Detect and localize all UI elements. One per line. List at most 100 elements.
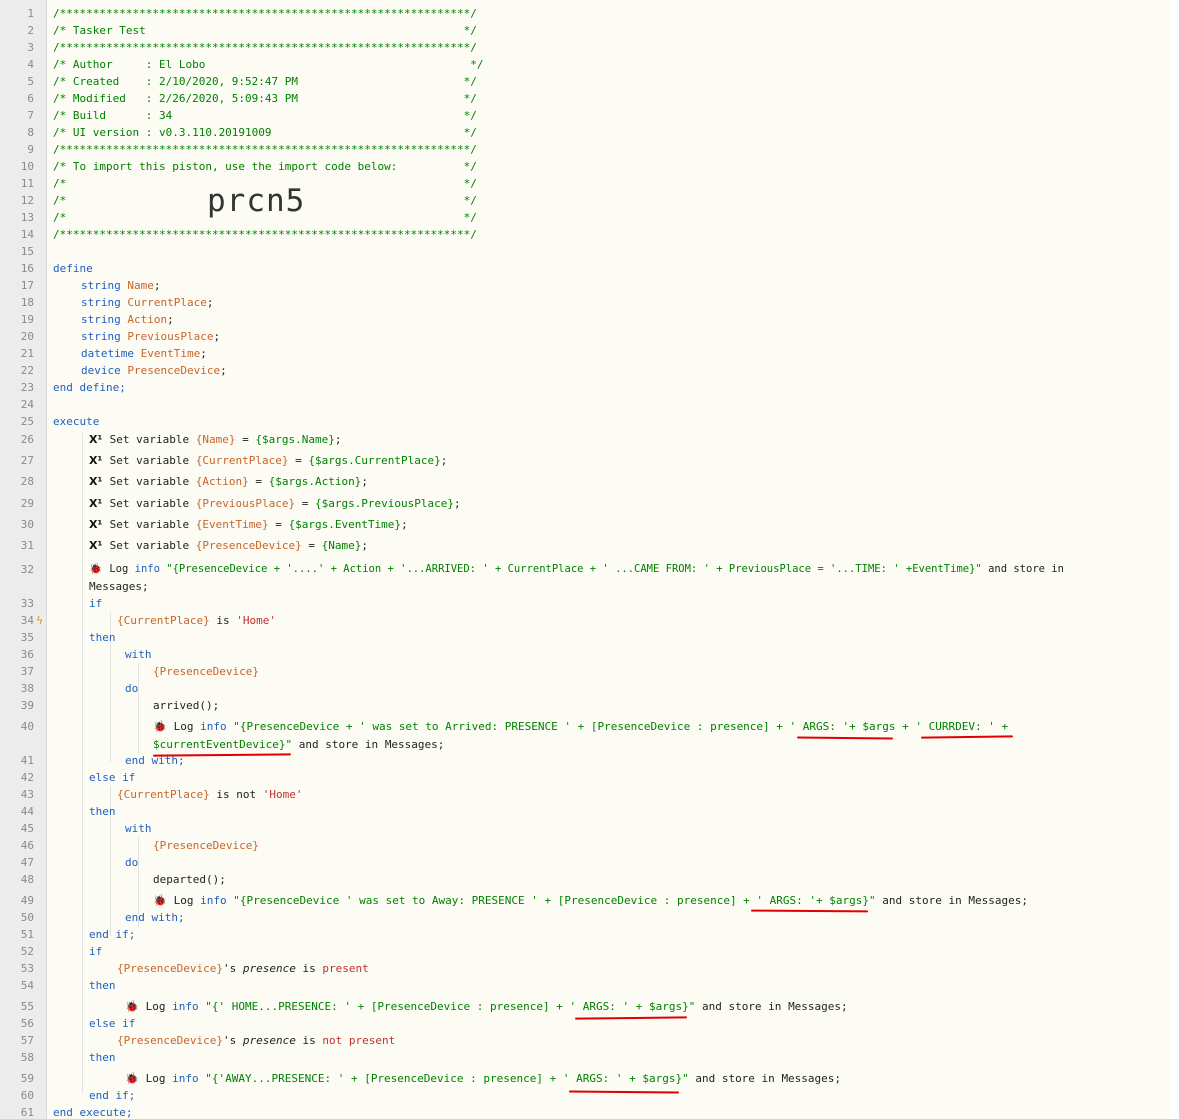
do-keyword: do <box>125 856 139 869</box>
line-number: 47 <box>20 856 34 869</box>
define-keyword: define <box>53 262 93 275</box>
line-number: 33 <box>20 597 34 610</box>
header-rule: /***************************************… <box>53 228 477 241</box>
line-number: 26 <box>20 433 34 446</box>
end-if-keyword: end if; <box>89 1089 136 1102</box>
line-number: 45 <box>20 822 34 835</box>
variable-icon: X¹ <box>89 518 103 531</box>
variable-icon: X¹ <box>89 539 103 552</box>
trigger-bolt-icon: ϟ <box>36 614 44 627</box>
line-number: 55 <box>20 1000 34 1013</box>
define-var[interactable]: string Action; <box>81 313 174 326</box>
line-number: 61 <box>20 1106 34 1119</box>
line-number: 8 <box>27 126 34 139</box>
line-number: 1 <box>27 7 34 20</box>
if-keyword: if <box>89 597 103 610</box>
log-statement[interactable]: 🐞 Log info "{PresenceDevice + '....' + A… <box>89 563 1064 576</box>
line-number: 41 <box>20 754 34 767</box>
line-number: 35 <box>20 631 34 644</box>
line-number: 34 <box>20 614 34 627</box>
line-number: 27 <box>20 454 34 467</box>
log-statement[interactable]: 🐞 Log info "{'AWAY...PRESENCE: ' + [Pres… <box>125 1072 841 1085</box>
import-code[interactable]: prcn5 <box>207 183 305 219</box>
then-keyword: then <box>89 1051 116 1064</box>
set-variable-statement[interactable]: X¹ Set variable {CurrentPlace} = {$args.… <box>89 454 447 467</box>
line-number: 22 <box>20 364 34 377</box>
indent-guide <box>138 663 139 753</box>
line-number: 17 <box>20 279 34 292</box>
line-number: 3 <box>27 41 34 54</box>
end-if-keyword: end if; <box>89 928 136 941</box>
variable-icon: X¹ <box>89 475 103 488</box>
line-number: 37 <box>20 665 34 678</box>
define-var[interactable]: string Name; <box>81 279 161 292</box>
condition[interactable]: {PresenceDevice}'s presence is present <box>117 962 369 975</box>
device-reference[interactable]: {PresenceDevice} <box>153 839 259 852</box>
line-number: 51 <box>20 928 34 941</box>
bug-icon: 🐞 <box>125 1072 139 1085</box>
line-number: 18 <box>20 296 34 309</box>
define-var[interactable]: datetime EventTime; <box>81 347 207 360</box>
log-statement[interactable]: 🐞 Log info "{' HOME...PRESENCE: ' + [Pre… <box>125 1000 848 1013</box>
device-reference[interactable]: {PresenceDevice} <box>153 665 259 678</box>
define-var[interactable]: device PresenceDevice; <box>81 364 227 377</box>
variable-icon: X¹ <box>89 433 103 446</box>
condition[interactable]: {CurrentPlace} is 'Home' <box>117 614 276 627</box>
header-rule: /***************************************… <box>53 41 477 54</box>
define-var[interactable]: string CurrentPlace; <box>81 296 213 309</box>
then-keyword: then <box>89 979 116 992</box>
else-if-keyword: else if <box>89 771 136 784</box>
execute-keyword: execute <box>53 415 100 428</box>
line-number: 13 <box>20 211 34 224</box>
indent-guide <box>82 433 83 1093</box>
line-number: 54 <box>20 979 34 992</box>
set-variable-statement[interactable]: X¹ Set variable {Action} = {$args.Action… <box>89 475 368 488</box>
command-arrived[interactable]: arrived(); <box>153 699 219 712</box>
if-keyword: if <box>89 945 103 958</box>
line-number: 36 <box>20 648 34 661</box>
line-number: 57 <box>20 1034 34 1047</box>
line-number: 42 <box>20 771 34 784</box>
line-number: 25 <box>20 415 34 428</box>
line-number: 15 <box>20 245 34 258</box>
condition[interactable]: {CurrentPlace} is not 'Home' <box>117 788 302 801</box>
header-rule: /***************************************… <box>53 143 477 156</box>
line-number: 16 <box>20 262 34 275</box>
line-number: 24 <box>20 398 34 411</box>
set-variable-statement[interactable]: X¹ Set variable {PreviousPlace} = {$args… <box>89 497 461 510</box>
header-ui-version: /* UI version : v0.3.110.20191009 */ <box>53 126 477 139</box>
bug-icon: 🐞 <box>89 563 103 575</box>
header-build: /* Build : 34 */ <box>53 109 477 122</box>
line-number: 10 <box>20 160 34 173</box>
line-number: 50 <box>20 911 34 924</box>
line-number: 43 <box>20 788 34 801</box>
line-number: 14 <box>20 228 34 241</box>
define-var[interactable]: string PreviousPlace; <box>81 330 220 343</box>
set-variable-statement[interactable]: X¹ Set variable {Name} = {$args.Name}; <box>89 433 341 446</box>
with-keyword: with <box>125 822 152 835</box>
condition[interactable]: {PresenceDevice}'s presence is not prese… <box>117 1034 395 1047</box>
line-number: 58 <box>20 1051 34 1064</box>
variable-icon: X¹ <box>89 454 103 467</box>
header-title: /* Tasker Test */ <box>53 24 477 37</box>
line-number: 40 <box>20 720 34 733</box>
line-number: 38 <box>20 682 34 695</box>
log-continuation: $currentEventDevice}" and store in Messa… <box>153 738 445 751</box>
line-number: 49 <box>20 894 34 907</box>
line-number: 60 <box>20 1089 34 1102</box>
line-number: 23 <box>20 381 34 394</box>
end-define-keyword: end define; <box>53 381 126 394</box>
line-number: 2 <box>27 24 34 37</box>
line-number: 44 <box>20 805 34 818</box>
log-statement[interactable]: 🐞 Log info "{PresenceDevice + ' was set … <box>153 720 1008 733</box>
set-variable-statement[interactable]: X¹ Set variable {PresenceDevice} = {Name… <box>89 539 368 552</box>
line-number: 39 <box>20 699 34 712</box>
line-number: 5 <box>27 75 34 88</box>
line-number: 59 <box>20 1072 34 1085</box>
variable-icon: X¹ <box>89 497 103 510</box>
line-number: 4 <box>27 58 34 71</box>
log-statement[interactable]: 🐞 Log info "{PresenceDevice ' was set to… <box>153 894 1028 907</box>
set-variable-statement[interactable]: X¹ Set variable {EventTime} = {$args.Eve… <box>89 518 408 531</box>
command-departed[interactable]: departed(); <box>153 873 226 886</box>
header-modified: /* Modified : 2/26/2020, 5:09:43 PM */ <box>53 92 477 105</box>
